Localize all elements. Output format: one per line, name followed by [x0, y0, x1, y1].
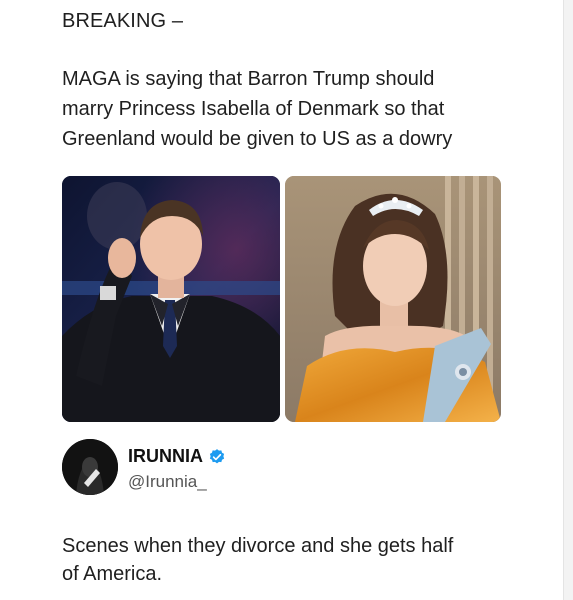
account-display-name[interactable]: IRUNNIA	[128, 446, 226, 467]
display-name-text: IRUNNIA	[128, 446, 203, 466]
account-handle[interactable]: @Irunnia_	[128, 472, 207, 492]
reply-text: Scenes when they divorce and she gets ha…	[62, 532, 542, 588]
headline-line: marry Princess Isabella of Denmark so th…	[62, 98, 445, 120]
page-edge-shade	[564, 0, 573, 600]
breaking-label: BREAKING –	[62, 10, 184, 32]
post-headline: MAGA is saying that Barron Trump should …	[62, 64, 532, 154]
reply-line: of America.	[62, 563, 163, 585]
photo-young-man-illustration	[62, 176, 280, 422]
photo-young-man-in-suit[interactable]	[62, 176, 280, 422]
avatar-hooded-figure-icon	[62, 439, 118, 495]
headline-line: Greenland would be given to US as a dowr…	[62, 128, 453, 150]
photo-princess-in-gold-gown[interactable]	[285, 176, 501, 422]
photo-princess-illustration	[285, 176, 501, 422]
verified-badge-icon	[208, 448, 226, 466]
reply-line: Scenes when they divorce and she gets ha…	[62, 535, 454, 557]
headline-line: MAGA is saying that Barron Trump should	[62, 68, 435, 90]
avatar[interactable]	[62, 439, 118, 495]
